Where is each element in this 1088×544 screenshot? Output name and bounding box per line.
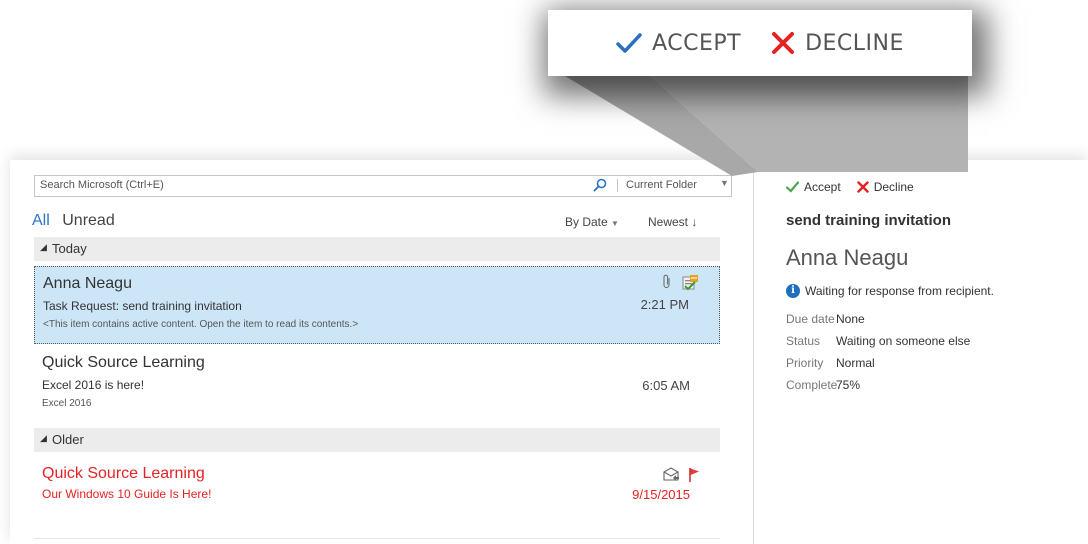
collapse-triangle-icon[interactable]: ◢ [40, 433, 47, 444]
message-preview: <This item contains active content. Open… [43, 319, 359, 330]
field-label: Complete [786, 378, 838, 392]
message-item[interactable]: Quick Source Learning Excel 2016 is here… [34, 346, 720, 424]
filter-row: All Unread By Date ▼ Newest ↓ [32, 212, 732, 232]
sort-order-label: Newest [648, 215, 689, 229]
group-header-today[interactable]: ◢ Today [34, 237, 720, 261]
reading-subject: send training invitation [786, 212, 952, 229]
chevron-down-icon: ▼ [611, 219, 619, 228]
field-value: 75% [836, 378, 861, 392]
arrow-down-icon: ↓ [691, 215, 698, 229]
field-label: Priority [786, 356, 824, 370]
info-text: Waiting for response from recipient. [805, 284, 994, 298]
filter-unread[interactable]: Unread [62, 212, 114, 229]
field-label: Due date [786, 312, 835, 326]
message-subject: Our Windows 10 Guide Is Here! [42, 487, 212, 501]
reply-icon [663, 467, 679, 481]
task-field-due-date: Due date None [786, 312, 970, 334]
sort-order-toggle[interactable]: Newest ↓ [648, 215, 697, 229]
x-icon [772, 32, 795, 54]
info-banner: i Waiting for response from recipient. [786, 284, 994, 298]
field-value: Waiting on someone else [836, 334, 971, 348]
message-time: 9/15/2015 [632, 487, 690, 502]
reading-sender: Anna Neagu [786, 245, 909, 270]
message-item[interactable]: Quick Source Learning Our Windows 10 Gui… [34, 457, 720, 535]
message-subject: Excel 2016 is here! [42, 378, 145, 392]
reading-pane: Accept Decline send training invitation … [754, 160, 1088, 544]
message-list-pane: Search Microsoft (Ctrl+E) Current Folder… [10, 160, 754, 544]
zoom-callout: ACCEPT DECLINE [548, 10, 972, 76]
message-time: 6:05 AM [642, 378, 690, 393]
callout-decline-button[interactable]: DECLINE [771, 31, 904, 56]
group-label: Older [52, 432, 84, 447]
callout-accept-button[interactable]: ACCEPT [616, 31, 741, 56]
info-icon: i [786, 284, 800, 298]
message-item[interactable]: Anna Neagu Task Request: send training i… [34, 266, 720, 344]
group-header-older[interactable]: ◢ Older [34, 428, 720, 452]
task-field-complete: Complete 75% [786, 378, 970, 400]
message-sender: Quick Source Learning [42, 465, 205, 482]
flag-icon[interactable] [688, 467, 700, 483]
message-preview: Excel 2016 [42, 398, 92, 409]
field-value: None [836, 312, 865, 326]
message-sender: Quick Source Learning [42, 354, 205, 371]
sort-by-dropdown[interactable]: By Date ▼ [565, 215, 619, 229]
task-request-icon [682, 275, 698, 291]
sort-by-label: By Date [565, 215, 608, 229]
message-subject: Task Request: send training invitation [43, 299, 242, 313]
group-label: Today [52, 241, 87, 256]
task-field-priority: Priority Normal [786, 356, 970, 378]
row-divider [34, 538, 720, 539]
outlook-window: Search Microsoft (Ctrl+E) Current Folder… [10, 160, 1088, 544]
field-label: Status [786, 334, 821, 348]
check-icon [616, 33, 642, 53]
task-details: Due date None Status Waiting on someone … [786, 312, 970, 400]
message-time: 2:21 PM [640, 297, 689, 312]
callout-decline-label: DECLINE [805, 30, 904, 56]
attachment-icon [663, 274, 670, 288]
collapse-triangle-icon[interactable]: ◢ [40, 242, 47, 253]
filter-all[interactable]: All [32, 212, 50, 229]
field-value: Normal [836, 356, 875, 370]
task-field-status: Status Waiting on someone else [786, 334, 970, 356]
message-sender: Anna Neagu [43, 275, 132, 292]
callout-accept-label: ACCEPT [652, 30, 742, 56]
